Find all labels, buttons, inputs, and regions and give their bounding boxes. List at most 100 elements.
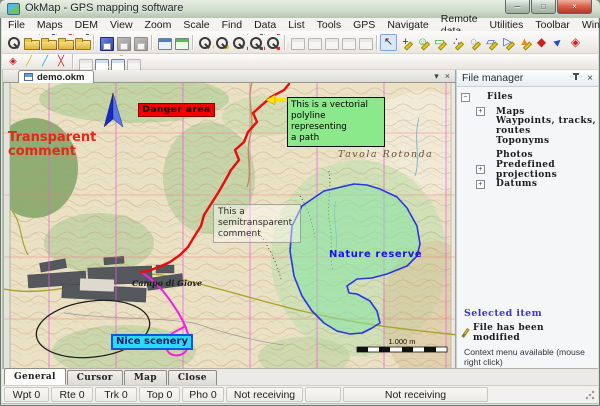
town-block-light (80, 278, 114, 291)
open-folder-photos-icon[interactable] (73, 34, 90, 51)
tree-item-predefined-projections[interactable]: + Predefined projections (457, 163, 598, 178)
menu-dem[interactable]: DEM (69, 18, 104, 31)
add-waypoint-icon[interactable]: + (397, 34, 414, 51)
measure-area-icon[interactable]: ╱ (37, 55, 53, 69)
tab-map[interactable]: Map (124, 370, 167, 385)
modified-status: File has been modified (473, 323, 594, 343)
semitransparent-comment[interactable]: This a semitransparent comment (213, 204, 301, 243)
zoom-in-icon[interactable] (213, 34, 230, 51)
open-map-file-icon[interactable] (5, 34, 22, 51)
danger-area-comment[interactable]: Danger area (138, 103, 215, 117)
menu-view[interactable]: View (104, 18, 139, 31)
delete-object-icon[interactable] (339, 34, 356, 51)
tab-demo-okm[interactable]: demo.okm (18, 70, 94, 83)
maximize-button[interactable]: □ (531, 0, 556, 14)
title-bar[interactable]: OkMap - GPS mapping software ─ □ × (0, 0, 600, 18)
menu-scale[interactable]: Scale (177, 18, 215, 31)
status-tracks: Trk 0 (95, 387, 137, 402)
menu-remote-data[interactable]: Remote data (435, 18, 484, 31)
route-plan-icon[interactable]: ◈ (567, 34, 584, 51)
save-icon[interactable] (97, 34, 114, 51)
panel-close-icon[interactable]: × (587, 73, 593, 84)
menu-file[interactable]: File (2, 18, 31, 31)
transparent-comment[interactable]: Transparent comment (8, 131, 96, 159)
expander-icon[interactable]: + (476, 107, 485, 116)
menu-tools[interactable]: Tools (311, 18, 348, 31)
measure-clear-icon[interactable]: ╳ (53, 55, 69, 69)
tree-item-label: Datums (496, 179, 537, 189)
tab-cursor[interactable]: Cursor (67, 370, 123, 385)
map-preview-icon[interactable] (172, 34, 189, 51)
add-route-icon[interactable]: ◌ (465, 34, 482, 51)
menu-zoom[interactable]: Zoom (139, 18, 178, 31)
properties-icon[interactable] (124, 55, 140, 69)
tree-item-waypoints-tracks-routes[interactable]: Waypoints, tracks, routes (457, 119, 598, 134)
close-document-icon[interactable]: × (445, 71, 450, 82)
document-tab-strip: demo.okm ▾ × (3, 70, 455, 83)
menu-utilities[interactable]: Utilities (484, 18, 530, 31)
zoom-out-icon[interactable] (230, 34, 247, 51)
pin-icon[interactable] (572, 73, 580, 83)
close-button[interactable]: × (557, 0, 592, 14)
save-as-icon[interactable] (114, 34, 131, 51)
app-icon (7, 3, 20, 15)
file-manager-header[interactable]: File manager × (457, 70, 598, 87)
status-remote-receiving: Not receiving (343, 387, 488, 402)
expander-icon[interactable]: − (461, 93, 470, 102)
add-polygon-icon[interactable]: ▷ (499, 34, 516, 51)
status-photos: Pho 0 (182, 387, 224, 402)
tree-item-files[interactable]: − Files (457, 90, 598, 105)
open-folder-tracks-icon[interactable] (56, 34, 73, 51)
move-object-icon[interactable] (322, 34, 339, 51)
nature-reserve-label[interactable]: Nature reserve (329, 249, 422, 260)
add-track-icon[interactable]: ∴ (448, 34, 465, 51)
nice-scenery-comment[interactable]: Nice scenery (111, 334, 193, 350)
expander-icon[interactable]: + (476, 165, 485, 174)
tab-list-dropdown-icon[interactable]: ▾ (434, 71, 439, 82)
path-callout-line2: polyline representing (291, 111, 381, 133)
menu-gps[interactable]: GPS (347, 18, 381, 31)
edit-note-icon[interactable] (288, 34, 305, 51)
pencil-icon (461, 328, 469, 338)
zoom-tool-icon[interactable] (196, 34, 213, 51)
zoom-scale-icon[interactable] (264, 34, 281, 51)
semitransparent-comment-line2: semitransparent (218, 218, 296, 229)
menu-data[interactable]: Data (248, 18, 282, 31)
window-title: OkMap - GPS mapping software (25, 2, 183, 14)
add-comment-icon[interactable]: ▭ (431, 34, 448, 51)
add-polyline-icon[interactable]: ▱ (482, 34, 499, 51)
open-folder-icon[interactable] (22, 34, 39, 51)
zoom-window-icon[interactable] (247, 34, 264, 51)
expander-icon[interactable]: + (476, 180, 485, 189)
selected-item-heading: Selected item (464, 308, 594, 319)
mountain-name-label: Tavola Rotonda (338, 149, 433, 160)
tab-close[interactable]: Close (168, 370, 217, 385)
menu-windows[interactable]: Windows (576, 18, 600, 31)
tab-general[interactable]: General (4, 368, 66, 385)
export-data-icon[interactable] (108, 55, 124, 69)
menu-toolbar[interactable]: Toolbar (529, 18, 575, 31)
map-canvas[interactable]: 1.000 m Campo di Giove Tavola Rotonda Da… (3, 83, 455, 368)
add-toponym-icon[interactable]: ☺ (414, 34, 431, 51)
menu-list[interactable]: List (282, 18, 310, 31)
menu-bar: File Maps DEM View Zoom Scale Find Data … (2, 18, 598, 31)
status-toponyms: Top 0 (139, 387, 180, 402)
route-tool-icon[interactable]: ◈ (5, 55, 21, 69)
path-callout[interactable]: This is a vectorial polyline representin… (287, 97, 385, 147)
import-data-icon[interactable] (92, 55, 108, 69)
menu-find[interactable]: Find (216, 18, 248, 31)
close-file-icon[interactable] (131, 34, 148, 51)
window-arrange-icon[interactable] (76, 55, 92, 69)
refresh-icon[interactable] (356, 34, 373, 51)
copy-map-icon[interactable] (155, 34, 172, 51)
minimize-button[interactable]: ─ (505, 0, 530, 14)
menu-navigate[interactable]: Navigate (381, 18, 434, 31)
open-folder-routes-icon[interactable] (39, 34, 56, 51)
add-area-icon[interactable]: ▲ (516, 34, 533, 51)
resize-grip[interactable] (585, 390, 595, 400)
paste-icon[interactable] (305, 34, 322, 51)
menu-maps[interactable]: Maps (31, 18, 69, 31)
measure-distance-icon[interactable]: ╱ (21, 55, 37, 69)
tree-item-label: Toponyms (496, 136, 550, 146)
select-pointer-icon[interactable]: ↖ (380, 34, 397, 51)
